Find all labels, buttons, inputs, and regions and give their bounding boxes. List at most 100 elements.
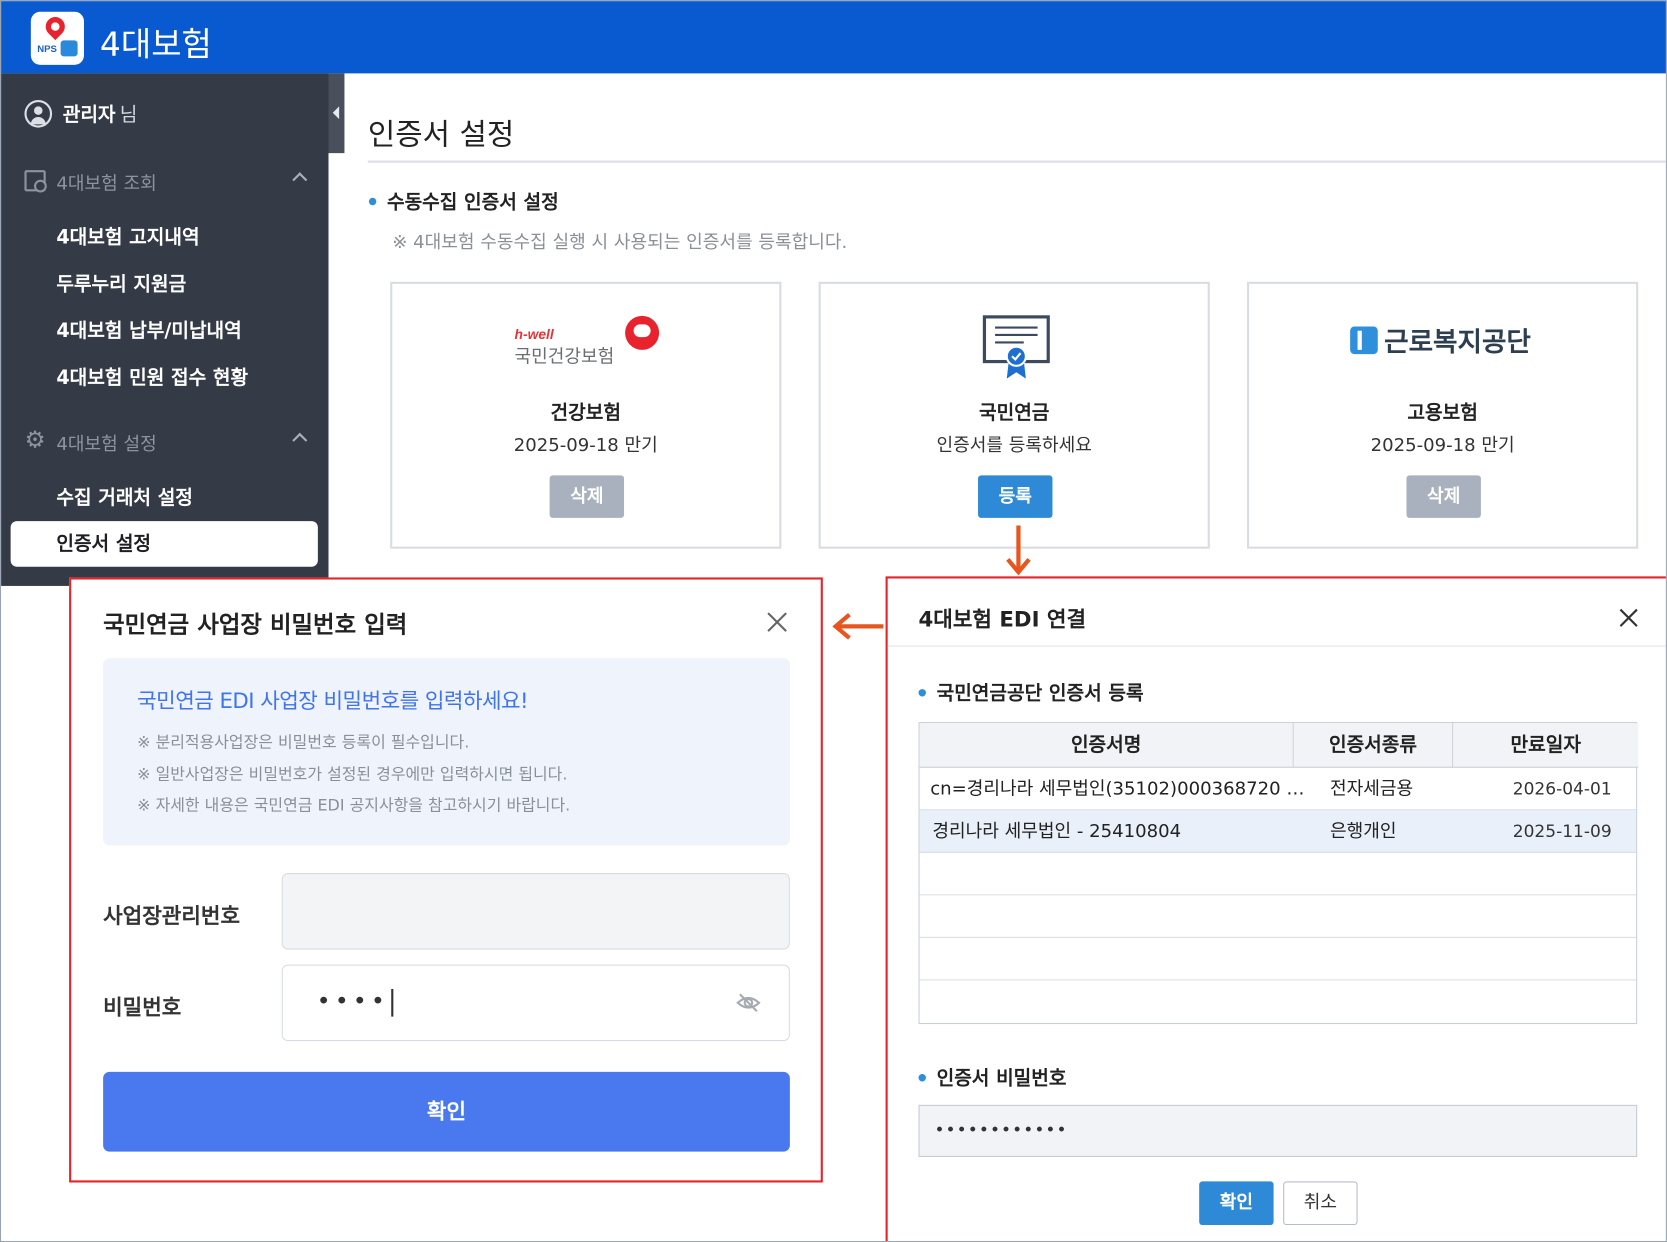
card-health-insurance: h-well 국민건강보험 건강보험 2025-09-18 만기 삭제 (390, 281, 782, 549)
document-search-icon (24, 170, 47, 193)
close-icon[interactable] (764, 609, 790, 635)
app-window: NPS 4대보험 관리자 님 4대보험 조회 4대보험 고지내역 두루누리 지원… (0, 0, 1667, 1242)
card-national-pension: 국민연금 인증서를 등록하세요 등록 (818, 281, 1210, 549)
delete-button[interactable]: 삭제 (549, 475, 625, 518)
cert-name: 경리나라 세무법인 - 25410804 (932, 820, 1182, 843)
title-divider (367, 160, 1666, 163)
password-section-title: 인증서 비밀번호 (918, 1063, 1067, 1091)
certificate-icon (982, 315, 1050, 379)
menu-group-settings[interactable]: ⚙ 4대보험 설정 (24, 429, 309, 455)
password-value: •••••••••••• (934, 1119, 1068, 1140)
card-name: 고용보험 (1407, 401, 1478, 425)
cancel-button[interactable]: 취소 (1283, 1181, 1358, 1226)
card-employment-insurance: 근로복지공단 고용보험 2025-09-18 만기 삭제 (1247, 281, 1639, 549)
register-button[interactable]: 등록 (978, 475, 1053, 518)
close-icon[interactable] (1617, 606, 1640, 629)
card-name: 건강보험 (550, 401, 621, 425)
cert-expiry: 2025-11-09 (1512, 820, 1612, 842)
logo-main-text: 근로복지공단 (1384, 326, 1531, 358)
cert-name: cn=경리나라 세무법인(35102)000368720 … (930, 778, 1305, 800)
logo-main-text: 국민건강보험 (514, 346, 615, 368)
sidebar-item-certificate[interactable]: 인증서 설정 (10, 521, 318, 567)
business-no-input[interactable] (281, 873, 790, 950)
section-title: 수동수집 인증서 설정 (368, 187, 559, 215)
sidebar-item-complaint[interactable]: 4대보험 민원 접수 현황 (56, 363, 248, 391)
menu-group-inquiry[interactable]: 4대보험 조회 (24, 168, 309, 194)
app-title: 4대보험 (99, 25, 212, 64)
table-row-empty (919, 938, 1637, 981)
user-name: 관리자 (62, 104, 116, 127)
column-header-type: 인증서종류 (1293, 723, 1454, 768)
password-value: •••• (317, 988, 394, 1017)
certificate-table: 인증서명 인증서종류 만료일자 cn=경리나라 세무법인(35102)00036… (918, 722, 1639, 1025)
modal-title: 4대보험 EDI 연결 (918, 606, 1087, 632)
sidebar-item-notice[interactable]: 4대보험 고지내역 (56, 222, 199, 250)
nps-password-modal: 국민연금 사업장 비밀번호 입력 국민연금 EDI 사업장 비밀번호를 입력하세… (69, 577, 823, 1183)
table-row-selected[interactable]: 경리나라 세무법인 - 25410804 은행개인 2025-11-09 (919, 810, 1637, 853)
password-label: 비밀번호 (103, 994, 182, 1020)
sidebar-collapse-button[interactable] (328, 73, 345, 154)
modal-title: 국민연금 사업장 비밀번호 입력 (103, 612, 408, 640)
pin-icon (41, 13, 69, 41)
confirm-button[interactable]: 확인 (1199, 1181, 1274, 1226)
edi-link-modal: 4대보험 EDI 연결 국민연금공단 인증서 등록 인증서명 인증서종류 만료일… (885, 576, 1666, 1241)
sidebar-item-collect-clients[interactable]: 수집 거래처 설정 (56, 483, 193, 511)
table-row[interactable]: cn=경리나라 세무법인(35102)000368720 … 전자세금용 202… (919, 768, 1637, 811)
password-input[interactable]: •••• (281, 964, 790, 1042)
bullet-icon (918, 688, 926, 696)
section-title-text: 국민연금공단 인증서 등록 (936, 682, 1144, 706)
cert-type: 전자세금용 (1329, 778, 1414, 800)
modal-header: 4대보험 EDI 연결 (887, 578, 1666, 647)
info-box: 국민연금 EDI 사업장 비밀번호를 입력하세요! ※ 분리적용사업장은 비밀번… (103, 658, 790, 846)
cert-password-input[interactable]: •••••••••••• (918, 1104, 1638, 1157)
delete-button[interactable]: 삭제 (1406, 475, 1481, 518)
eye-off-icon[interactable] (736, 993, 762, 1013)
card-status: 2025-09-18 만기 (1370, 434, 1515, 457)
sidebar-item-durunuri[interactable]: 두루누리 지원금 (56, 269, 186, 297)
section-title: 국민연금공단 인증서 등록 (918, 678, 1144, 706)
kcomwel-mark-icon (1350, 326, 1378, 355)
confirm-button[interactable]: 확인 (103, 1071, 790, 1152)
bullet-icon (368, 197, 377, 205)
info-line: ※ 자세한 내용은 국민연금 EDI 공지사항을 참고하시기 바랍니다. (137, 795, 571, 815)
info-line: ※ 일반사업장은 비밀번호가 설정된 경우에만 입력하시면 됩니다. (137, 764, 568, 784)
table-row-empty (919, 853, 1637, 896)
business-no-label: 사업장관리번호 (103, 902, 241, 929)
heart-icon (625, 315, 660, 350)
kcomwel-logo: 근로복지공단 (1350, 322, 1531, 358)
section-title-text: 수동수집 인증서 설정 (386, 191, 559, 214)
chevron-up-icon (292, 432, 308, 448)
gear-icon: ⚙ (24, 427, 46, 455)
logo-mark-kw (60, 40, 78, 57)
screenshot-stage: NPS 4대보험 관리자 님 4대보험 조회 4대보험 고지내역 두루누리 지원… (0, 0, 1667, 1242)
bullet-icon (918, 1073, 926, 1081)
column-header-name: 인증서명 (919, 723, 1294, 768)
table-row-empty (919, 895, 1637, 938)
info-heading: 국민연금 EDI 사업장 비밀번호를 입력하세요! (137, 688, 529, 714)
user-icon (24, 99, 53, 128)
card-status: 2025-09-18 만기 (513, 434, 658, 457)
hwell-logo: h-well 국민건강보험 (514, 315, 664, 369)
menu-group-label: 4대보험 조회 (56, 172, 157, 195)
page-title: 인증서 설정 (367, 116, 515, 153)
card-name: 국민연금 (978, 401, 1050, 425)
card-status: 인증서를 등록하세요 (936, 434, 1092, 457)
user-suffix: 님 (119, 104, 138, 127)
arrow-left-icon (832, 613, 884, 640)
user-info: 관리자 님 (24, 99, 137, 129)
section-title-text: 인증서 비밀번호 (936, 1067, 1067, 1090)
logo-small-text: h-well (514, 326, 554, 343)
menu-group-label: 4대보험 설정 (56, 433, 157, 455)
cert-expiry: 2026-04-01 (1512, 778, 1612, 799)
app-logo: NPS (30, 11, 84, 65)
arrow-down-icon (1006, 525, 1031, 576)
top-bar: NPS 4대보험 (1, 1, 1666, 74)
logo-mark-nps: NPS (37, 43, 57, 55)
text-caret (391, 988, 394, 1017)
section-note: ※ 4대보험 수동수집 실행 시 사용되는 인증서를 등록합니다. (392, 231, 848, 254)
sidebar-item-payment[interactable]: 4대보험 납부/미납내역 (56, 316, 241, 344)
info-line: ※ 분리적용사업장은 비밀번호 등록이 필수입니다. (137, 732, 470, 752)
cert-type: 은행개인 (1329, 820, 1397, 843)
chevron-up-icon (292, 172, 308, 188)
column-header-expiry: 만료일자 (1453, 723, 1639, 768)
